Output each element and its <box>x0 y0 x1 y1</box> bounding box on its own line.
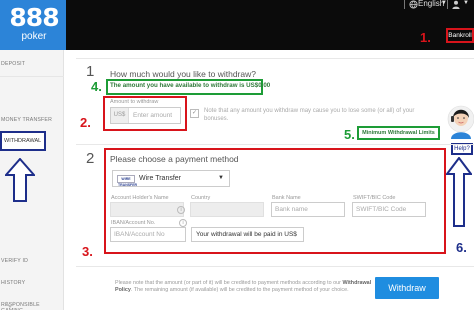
chevron-down-icon: ▼ <box>218 175 224 181</box>
user-icon[interactable] <box>451 0 461 9</box>
sidebar-item-deposit[interactable]: DEPOSIT <box>1 61 25 67</box>
swift-label: SWIFT/BIC Code <box>353 195 396 201</box>
section-divider <box>76 58 474 59</box>
bankroll-button[interactable]: Bankroll <box>446 28 474 43</box>
annotation-6: 6. <box>456 240 467 255</box>
payment-method-select[interactable]: WIRE TRANSFER Wire Transfer ▼ <box>112 170 230 187</box>
minimum-withdrawal-limits-link[interactable]: Minimum Withdrawal Limits <box>357 126 440 140</box>
withdraw-button[interactable]: Withdraw <box>375 277 439 299</box>
account-holder-field <box>110 202 184 217</box>
sidebar-item-history[interactable]: HISTORY <box>1 280 25 286</box>
info-icon[interactable]: i <box>177 206 185 214</box>
iban-label: IBAN/Account No. <box>111 220 156 226</box>
annotation-1: 1. <box>420 30 431 45</box>
sidebar-item-verify-id[interactable]: VERIFY ID <box>1 258 28 264</box>
amount-input[interactable]: US$ Enter amount <box>110 107 181 124</box>
sidebar: DEPOSIT WITHDRAWAL MONEY TRANSFER VERIFY… <box>0 50 64 310</box>
topbar-divider <box>404 0 405 9</box>
bank-name-input[interactable]: Bank name <box>271 202 345 217</box>
info-icon[interactable]: i <box>179 219 187 227</box>
available-balance: The amount you have available to withdra… <box>110 82 271 89</box>
selected-method: Wire Transfer <box>139 175 182 182</box>
annotation-3: 3. <box>82 244 93 259</box>
swift-input[interactable]: SWIFT/BIC Code <box>352 202 426 217</box>
annotation-5: 5. <box>344 127 355 142</box>
bonus-note: Note that any amount you withdraw may ca… <box>204 108 415 122</box>
country-field <box>190 202 264 217</box>
amount-label: Amount to withdraw <box>110 99 159 105</box>
step1-title: How much would you like to withdraw? <box>110 69 256 79</box>
wire-transfer-logo-icon: WIRE TRANSFER <box>117 175 138 187</box>
scroll-down-icon[interactable] <box>4 300 16 310</box>
arrow-up-icon <box>5 158 35 202</box>
topbar-divider <box>447 0 448 9</box>
withdrawal-policy-note: Please note that the amount (or part of … <box>115 280 372 294</box>
currency-prefix: US$ <box>111 108 129 123</box>
amount-placeholder: Enter amount <box>133 112 173 119</box>
sidebar-divider <box>0 76 64 77</box>
payout-currency-note: Your withdrawal will be paid in US$ <box>191 227 304 242</box>
arrow-up-icon <box>446 157 472 227</box>
section-divider <box>76 266 474 267</box>
logo-number: 888 <box>9 3 59 32</box>
chevron-down-icon: ▼ <box>463 0 469 6</box>
footer-note-text: . The remaining amount (if available) wi… <box>130 287 349 293</box>
step-number: 1 <box>86 63 95 80</box>
step-number: 2 <box>86 150 95 167</box>
iban-input[interactable]: IBAN/Account No <box>110 227 186 242</box>
country-label: Country <box>191 195 211 201</box>
logo-subtitle: poker <box>21 31 47 42</box>
brand-logo[interactable]: 888 poker <box>0 0 66 50</box>
globe-icon <box>409 0 418 9</box>
section-divider <box>76 144 474 145</box>
step2-title: Please choose a payment method <box>110 154 239 164</box>
sidebar-item-money-transfer[interactable]: MONEY TRANSFER <box>1 117 52 123</box>
note-icon: ✓ <box>190 109 199 118</box>
annotation-2: 2. <box>80 115 91 130</box>
sidebar-item-withdrawal[interactable]: WITHDRAWAL <box>0 131 46 151</box>
bank-name-label: Bank Name <box>272 195 301 201</box>
footer-note-text: Please note that the amount (or part of … <box>115 280 343 286</box>
account-holder-label: Account Holder's Name <box>111 195 169 201</box>
annotation-4: 4. <box>91 79 102 94</box>
top-bar: 888 poker English ▼ ▼ Bankroll <box>0 0 474 50</box>
support-agent-avatar[interactable] <box>447 103 474 141</box>
